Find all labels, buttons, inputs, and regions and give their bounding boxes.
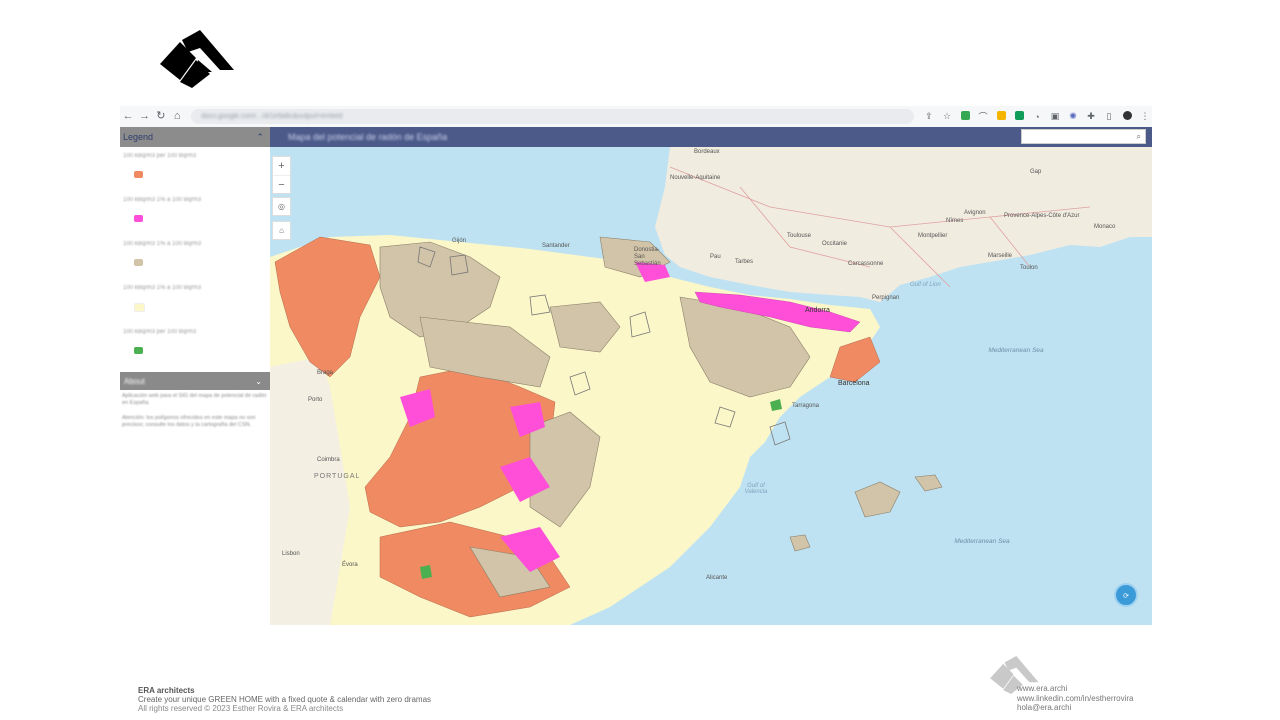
map-label: Mediterranean Sea <box>954 538 1010 545</box>
sidepanel-icon[interactable]: ▯ <box>1102 111 1116 122</box>
forward-icon[interactable]: → <box>136 106 152 127</box>
url-text: docs.google.com/.../d/1e9a8c&output=embe… <box>201 113 343 120</box>
map-label: Tarbes <box>735 259 754 265</box>
gear-extension-icon[interactable]: ✺ <box>1066 111 1080 122</box>
legend-item: 100 kBq/m3 1% a 100 Bq/m3 <box>123 283 270 327</box>
map-view[interactable]: Mapa del potencial de radón de España ⌕ … <box>270 127 1152 625</box>
map-label: PORTUGAL <box>314 473 361 480</box>
map-label: Marseille <box>988 253 1013 259</box>
map-label: Andorra <box>805 307 830 314</box>
footer-rights: All rights reserved © 2023 Esther Rovira… <box>138 704 344 713</box>
zoom-out-button[interactable]: − <box>273 175 290 194</box>
map-label: Barcelona <box>838 380 870 387</box>
back-icon[interactable]: ← <box>120 106 136 127</box>
map-label: Monaco <box>1094 224 1116 230</box>
maps-extension-icon[interactable] <box>1012 111 1026 122</box>
legend-swatch <box>134 215 143 222</box>
map-widget-button[interactable]: ⟳ <box>1114 583 1138 607</box>
map-label: Tarragona <box>792 403 820 409</box>
home-extent-button[interactable]: ⌂ <box>272 221 291 240</box>
extension-icon[interactable]: ⌒ <box>976 110 990 123</box>
map-label: Provence-Alpes-Côte d'Azur <box>1004 213 1080 219</box>
about-text: Aplicación web para el SIG del mapa de p… <box>122 393 267 428</box>
website-link[interactable]: www.era.archi <box>1017 684 1134 694</box>
footer-tagline: Create your unique GREEN HOME with a fix… <box>138 695 432 704</box>
map-label: Donostia-San Sebastián <box>634 247 661 267</box>
legend-item: 100 kBq/m3 per 100 Bq/m3 <box>123 151 270 195</box>
search-icon[interactable]: ⌕ <box>1137 132 1141 142</box>
circle-extension-icon[interactable]: ◔ <box>1030 112 1044 122</box>
linkedin-link[interactable]: www.linkedin.com/in/estherrovira <box>1017 694 1134 704</box>
map-label: Perpignan <box>872 295 900 301</box>
about-header[interactable]: About ⌄ <box>120 372 270 390</box>
kebab-menu-icon[interactable]: ⋮ <box>1138 111 1152 122</box>
map-label: Nîmes <box>946 218 964 224</box>
zoom-control: + − <box>272 156 291 194</box>
reload-icon[interactable]: ↻ <box>153 106 169 127</box>
legend-item: 100 kBq/m3 per 100 Bq/m3 <box>123 327 270 371</box>
footer-brand: ERA architects <box>138 686 195 695</box>
drive-extension-icon[interactable] <box>958 111 972 122</box>
map-label: Lisbon <box>282 551 300 557</box>
document-extension-icon[interactable]: ▣ <box>1048 111 1062 122</box>
profile-avatar[interactable] <box>1120 111 1134 122</box>
map-label: Gulf of Valencia <box>744 483 768 495</box>
locate-icon: ◎ <box>278 202 285 211</box>
map-label: Gap <box>1030 169 1042 175</box>
legend-item: 100 kBq/m3 1% a 100 Bq/m3 <box>123 239 270 283</box>
map-label: Coimbra <box>317 457 340 463</box>
locate-button[interactable]: ◎ <box>272 197 291 216</box>
side-panel: Legend ⌃ 100 kBq/m3 per 100 Bq/m3 100 kB… <box>120 127 270 625</box>
legend-header[interactable]: Legend ⌃ <box>120 127 270 147</box>
map-label: Santander <box>542 243 570 249</box>
era-logo <box>160 30 234 88</box>
legend-item: 100 kBq/m3 1% a 100 Bq/m3 <box>123 195 270 239</box>
map-label: Porto <box>308 397 323 403</box>
map-title: Mapa del potencial de radón de España <box>288 132 448 142</box>
share-icon[interactable]: ⇪ <box>922 111 936 122</box>
home-icon[interactable]: ⌂ <box>169 106 185 127</box>
map-label: Évora <box>342 562 358 568</box>
bell-extension-icon[interactable] <box>994 111 1008 122</box>
map-label: Nouvelle-Aquitaine <box>670 175 721 181</box>
map-title-bar: Mapa del potencial de radón de España ⌕ <box>270 127 1152 147</box>
bookmark-star-icon[interactable]: ☆ <box>940 111 954 122</box>
legend-swatch <box>134 259 143 266</box>
map-canvas <box>270 147 1152 625</box>
map-label: Toulon <box>1020 265 1038 271</box>
map-label: Montpellier <box>918 233 948 239</box>
home-icon: ⌂ <box>279 226 284 235</box>
map-label: Gijón <box>452 238 467 244</box>
zoom-in-button[interactable]: + <box>273 157 290 175</box>
map-label: Alicante <box>706 575 728 581</box>
footer-contact: www.era.archi www.linkedin.com/in/esther… <box>1017 684 1134 713</box>
map-label: Pau <box>710 254 721 260</box>
refresh-icon: ⟳ <box>1123 593 1129 600</box>
email-link[interactable]: hola@era.archi <box>1017 703 1134 713</box>
map-label: Toulouse <box>787 233 812 239</box>
footer-info: ERA architects Create your unique GREEN … <box>138 686 431 713</box>
chevron-up-icon[interactable]: ⌃ <box>256 132 264 143</box>
map-search-input[interactable]: ⌕ <box>1021 129 1146 144</box>
map-label: Occitanie <box>822 241 848 247</box>
legend-swatch <box>134 347 143 354</box>
legend-title: Legend <box>123 132 154 142</box>
address-bar[interactable]: docs.google.com/.../d/1e9a8c&output=embe… <box>191 109 914 124</box>
map-label: Bordeaux <box>694 149 720 155</box>
chevron-down-icon[interactable]: ⌄ <box>255 377 262 386</box>
map-label: Gulf of Lion <box>910 282 941 288</box>
browser-toolbar: ← → ↻ ⌂ docs.google.com/.../d/1e9a8c&out… <box>120 106 1152 127</box>
legend-swatch <box>134 171 143 178</box>
map-label: Avignon <box>964 210 986 216</box>
puzzle-icon[interactable]: ✚ <box>1084 111 1098 122</box>
map-label: Mediterranean Sea <box>988 347 1044 354</box>
legend-swatch <box>134 303 145 312</box>
about-title: About <box>124 376 145 386</box>
map-label: Carcassonne <box>848 261 884 267</box>
map-label: Braga <box>317 370 334 376</box>
